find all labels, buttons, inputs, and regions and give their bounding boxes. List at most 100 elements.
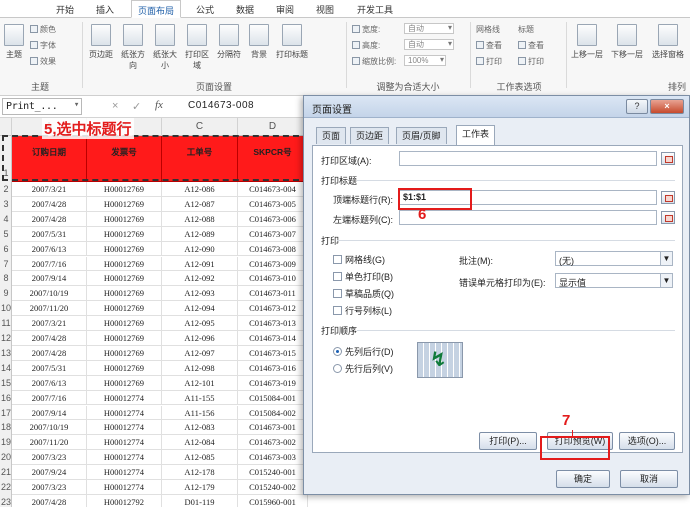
cell-work-order[interactable]: A12-097 bbox=[162, 345, 238, 361]
draft-quality-checkbox[interactable]: 草稿品质(Q) bbox=[333, 287, 394, 300]
cell-invoice[interactable]: H00012769 bbox=[87, 331, 162, 346]
cell-skpcr[interactable]: C014673-007 bbox=[238, 226, 308, 242]
tab-page[interactable]: 页面 bbox=[316, 127, 347, 144]
cell-skpcr[interactable]: C015240-002 bbox=[238, 480, 308, 495]
cell-skpcr[interactable]: C014673-001 bbox=[238, 420, 308, 436]
cell-invoice[interactable]: H00012769 bbox=[87, 301, 162, 317]
cell-skpcr[interactable]: C015240-001 bbox=[238, 465, 308, 480]
cell-invoice[interactable]: H00012769 bbox=[87, 316, 162, 331]
cell-work-order[interactable]: A12-092 bbox=[162, 271, 238, 287]
row-number[interactable]: 3 bbox=[0, 199, 12, 209]
breaks-button[interactable]: 分隔符 bbox=[214, 22, 244, 74]
cell-work-order[interactable]: A12-089 bbox=[162, 226, 238, 242]
cell-skpcr[interactable]: C015084-002 bbox=[238, 405, 308, 421]
row-number[interactable]: 13 bbox=[0, 348, 12, 358]
cell-skpcr[interactable]: C014673-014 bbox=[238, 331, 308, 346]
row-number[interactable]: 16 bbox=[0, 393, 12, 403]
name-box[interactable]: Print_... bbox=[2, 98, 82, 115]
cell-invoice[interactable]: H00012774 bbox=[87, 465, 162, 480]
cell-invoice[interactable]: H00012774 bbox=[87, 480, 162, 495]
gridlines-print-checkbox[interactable]: 打印 bbox=[476, 56, 502, 67]
cell-work-order[interactable]: A12-178 bbox=[162, 465, 238, 480]
cell-work-order[interactable]: A12-179 bbox=[162, 480, 238, 495]
cell-date[interactable]: 2007/6/13 bbox=[12, 375, 87, 391]
cell-invoice[interactable]: H00012769 bbox=[87, 226, 162, 242]
effects-button[interactable]: 效果 bbox=[30, 56, 56, 67]
row-number[interactable]: 18 bbox=[0, 422, 12, 432]
cell-work-order[interactable]: A12-083 bbox=[162, 420, 238, 436]
row-number[interactable]: 9 bbox=[0, 288, 12, 298]
row-number[interactable]: 23 bbox=[0, 497, 12, 507]
bring-forward-button[interactable]: 上移一层 bbox=[568, 22, 606, 74]
column-header-d[interactable]: D bbox=[238, 118, 308, 136]
tab-review[interactable]: 审阅 bbox=[276, 3, 294, 16]
cell-skpcr[interactable]: C014673-010 bbox=[238, 271, 308, 287]
tab-formulas[interactable]: 公式 bbox=[196, 3, 214, 16]
cell-invoice[interactable]: H00012769 bbox=[87, 211, 162, 227]
cell-skpcr[interactable]: C014673-006 bbox=[238, 211, 308, 227]
comments-select[interactable]: (无) ▼ bbox=[555, 251, 673, 266]
range-picker-icon[interactable] bbox=[661, 152, 675, 165]
header-cell-work-order[interactable]: 工单号 bbox=[162, 136, 238, 182]
cell-work-order[interactable]: A12-096 bbox=[162, 331, 238, 346]
cell-invoice[interactable]: H00012769 bbox=[87, 256, 162, 272]
cell-invoice[interactable]: H00012769 bbox=[87, 286, 162, 302]
cell-date[interactable]: 2007/10/19 bbox=[12, 286, 87, 302]
range-picker-icon[interactable] bbox=[661, 191, 675, 204]
cell-invoice[interactable]: H00012774 bbox=[87, 405, 162, 421]
ok-button[interactable]: 确定 bbox=[556, 470, 610, 488]
cell-skpcr[interactable]: C014673-012 bbox=[238, 301, 308, 317]
options-button[interactable]: 选项(O)... bbox=[619, 432, 675, 450]
size-button[interactable]: 纸张大小 bbox=[150, 22, 180, 74]
column-header-c[interactable]: C bbox=[162, 118, 238, 136]
cell-skpcr[interactable]: C014673-008 bbox=[238, 241, 308, 257]
cell-work-order[interactable]: D01-119 bbox=[162, 494, 238, 507]
row-number[interactable]: 7 bbox=[0, 259, 12, 269]
cell-invoice[interactable]: H00012774 bbox=[87, 450, 162, 466]
cell-invoice[interactable]: H00012774 bbox=[87, 390, 162, 406]
cell-invoice[interactable]: H00012769 bbox=[87, 375, 162, 391]
width-dropdown[interactable]: 自动 bbox=[404, 23, 454, 34]
black-and-white-checkbox[interactable]: 单色打印(B) bbox=[333, 270, 393, 283]
cell-skpcr[interactable]: C014673-004 bbox=[238, 182, 308, 197]
row-number[interactable]: 19 bbox=[0, 437, 12, 447]
cell-date[interactable]: 2007/11/20 bbox=[12, 435, 87, 451]
fonts-button[interactable]: 字体 bbox=[30, 40, 56, 51]
tab-page-layout[interactable]: 页面布局 bbox=[131, 0, 182, 18]
help-button[interactable]: ? bbox=[626, 99, 648, 114]
cell-work-order[interactable]: A12-087 bbox=[162, 196, 238, 212]
gridlines-view-checkbox[interactable]: 查看 bbox=[476, 40, 502, 51]
cell-work-order[interactable]: A11-156 bbox=[162, 405, 238, 421]
headings-print-checkbox[interactable]: 打印 bbox=[518, 56, 544, 67]
row-number[interactable]: 11 bbox=[0, 318, 12, 328]
cell-errors-select[interactable]: 显示值 ▼ bbox=[555, 273, 673, 288]
tab-header-footer[interactable]: 页眉/页脚 bbox=[396, 127, 447, 144]
orientation-button[interactable]: 纸张方向 bbox=[118, 22, 148, 74]
row-number[interactable]: 20 bbox=[0, 452, 12, 462]
cell-work-order[interactable]: A12-098 bbox=[162, 360, 238, 376]
cell-date[interactable]: 2007/10/19 bbox=[12, 420, 87, 436]
cell-date[interactable]: 2007/9/14 bbox=[12, 271, 87, 287]
cell-invoice[interactable]: H00012769 bbox=[87, 241, 162, 257]
cell-date[interactable]: 2007/11/20 bbox=[12, 301, 87, 317]
columns-to-repeat-input[interactable] bbox=[399, 210, 657, 225]
header-cell-skpcr[interactable]: SKPCR号 bbox=[238, 136, 308, 182]
row-number[interactable]: 8 bbox=[0, 273, 12, 283]
function-icon[interactable]: fx bbox=[155, 99, 163, 111]
cell-work-order[interactable]: A12-084 bbox=[162, 435, 238, 451]
tab-sheet[interactable]: 工作表 bbox=[456, 125, 496, 145]
height-dropdown[interactable]: 自动 bbox=[404, 39, 454, 50]
down-then-over-radio[interactable]: 先列后行(D) bbox=[333, 345, 394, 358]
cell-skpcr[interactable]: C014673-013 bbox=[238, 316, 308, 331]
margins-button[interactable]: 页边距 bbox=[86, 22, 116, 74]
cell-work-order[interactable]: A12-088 bbox=[162, 211, 238, 227]
cell-work-order[interactable]: A12-086 bbox=[162, 182, 238, 197]
cell-date[interactable]: 2007/7/16 bbox=[12, 256, 87, 272]
cell-invoice[interactable]: H00012774 bbox=[87, 435, 162, 451]
cell-work-order[interactable]: A12-094 bbox=[162, 301, 238, 317]
themes-button[interactable]: 主题 bbox=[2, 22, 26, 74]
cell-date[interactable]: 2007/4/28 bbox=[12, 211, 87, 227]
scale-input[interactable]: 100% bbox=[404, 55, 446, 66]
cell-skpcr[interactable]: C014673-016 bbox=[238, 360, 308, 376]
cell-invoice[interactable]: H00012769 bbox=[87, 345, 162, 361]
